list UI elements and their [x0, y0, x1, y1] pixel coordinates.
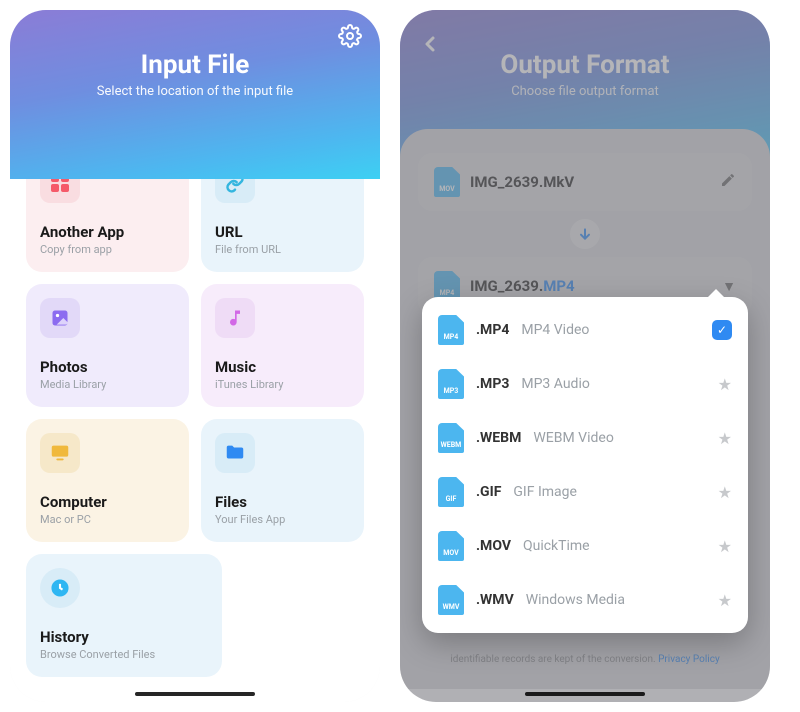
- source-photos[interactable]: Photos Media Library: [26, 284, 189, 407]
- card-title: URL: [215, 223, 350, 241]
- format-ext: .MP4: [476, 322, 509, 338]
- page-subtitle: Select the location of the input file: [10, 84, 380, 99]
- output-format-screen: Output Format Choose file output format …: [400, 10, 770, 702]
- format-desc: Windows Media: [526, 592, 625, 608]
- card-sub: File from URL: [215, 243, 350, 256]
- dropdown-caret-icon[interactable]: ▼: [722, 278, 736, 295]
- format-ext: .MOV: [476, 538, 511, 554]
- format-option[interactable]: WEBM .WEBM WEBM Video ★: [422, 411, 748, 465]
- back-icon[interactable]: [418, 32, 442, 56]
- target-filename: IMG_2639.MP4: [470, 277, 575, 295]
- card-sub: Your Files App: [215, 513, 350, 526]
- format-option[interactable]: MOV .MOV QuickTime ★: [422, 519, 748, 573]
- home-indicator[interactable]: [525, 692, 645, 696]
- input-file-screen: Input File Select the location of the in…: [10, 10, 380, 702]
- format-ext: .GIF: [476, 484, 501, 500]
- format-option[interactable]: MP4 .MP4 MP4 Video ✓: [422, 303, 748, 357]
- source-music[interactable]: Music iTunes Library: [201, 284, 364, 407]
- format-ext: .WMV: [476, 592, 514, 608]
- card-title: Files: [215, 493, 350, 511]
- music-note-icon: [215, 298, 255, 338]
- privacy-policy-link[interactable]: Privacy Policy: [658, 654, 720, 665]
- source-history[interactable]: History Browse Converted Files: [26, 554, 222, 677]
- page-title: Input File: [10, 50, 380, 80]
- format-desc: MP4 Video: [521, 322, 589, 338]
- card-title: History: [40, 628, 208, 646]
- format-option[interactable]: MP3 .MP3 MP3 Audio ★: [422, 357, 748, 411]
- format-desc: WEBM Video: [533, 430, 613, 446]
- format-option[interactable]: WMV .WMV Windows Media ★: [422, 573, 748, 627]
- file-type-icon: MP3: [438, 369, 464, 399]
- format-dropdown: MP4 .MP4 MP4 Video ✓ MP3 .MP3 MP3 Audio ★ WEBM .W…: [422, 297, 748, 633]
- conversion-panel: MOV IMG_2639.MkV MP4 IMG_2639.MP4 ▼ MP4 .…: [400, 129, 770, 689]
- star-icon[interactable]: ★: [718, 537, 732, 556]
- source-filename: IMG_2639.MkV: [470, 173, 574, 191]
- card-title: Computer: [40, 493, 175, 511]
- format-ext: .WEBM: [476, 430, 521, 446]
- file-type-icon: MOV: [434, 167, 460, 197]
- star-icon[interactable]: ★: [718, 375, 732, 394]
- card-title: Another App: [40, 223, 175, 241]
- photo-icon: [40, 298, 80, 338]
- edit-icon[interactable]: [720, 172, 736, 192]
- page-subtitle: Choose file output format: [400, 84, 770, 99]
- card-title: Music: [215, 358, 350, 376]
- clock-icon: [40, 568, 80, 608]
- format-option[interactable]: GIF .GIF GIF Image ★: [422, 465, 748, 519]
- card-title: Photos: [40, 358, 175, 376]
- card-sub: iTunes Library: [215, 378, 350, 391]
- format-ext: .MP3: [476, 376, 509, 392]
- format-desc: MP3 Audio: [521, 376, 589, 392]
- file-type-icon: MOV: [438, 531, 464, 561]
- file-type-icon: MP4: [438, 315, 464, 345]
- file-type-icon: WEBM: [438, 423, 464, 453]
- format-desc: QuickTime: [523, 538, 590, 554]
- file-type-icon: GIF: [438, 477, 464, 507]
- settings-icon[interactable]: [338, 24, 362, 48]
- card-sub: Mac or PC: [40, 513, 175, 526]
- star-icon[interactable]: ★: [718, 483, 732, 502]
- monitor-icon: [40, 433, 80, 473]
- source-computer[interactable]: Computer Mac or PC: [26, 419, 189, 542]
- source-file-row: MOV IMG_2639.MkV: [418, 153, 752, 211]
- header: Input File Select the location of the in…: [10, 10, 380, 179]
- home-indicator[interactable]: [135, 692, 255, 696]
- file-type-icon: WMV: [438, 585, 464, 615]
- card-sub: Browse Converted Files: [40, 648, 208, 661]
- card-sub: Copy from app: [40, 243, 175, 256]
- source-grid: Another App Copy from app URL File from …: [10, 129, 380, 702]
- footer-note: identifiable records are kept of the con…: [400, 654, 770, 665]
- star-icon[interactable]: ★: [718, 429, 732, 448]
- page-title: Output Format: [400, 50, 770, 80]
- source-files[interactable]: Files Your Files App: [201, 419, 364, 542]
- star-icon[interactable]: ★: [718, 591, 732, 610]
- check-icon[interactable]: ✓: [712, 320, 732, 340]
- card-sub: Media Library: [40, 378, 175, 391]
- arrow-down-icon: [570, 219, 600, 249]
- format-desc: GIF Image: [513, 484, 577, 500]
- folder-icon: [215, 433, 255, 473]
